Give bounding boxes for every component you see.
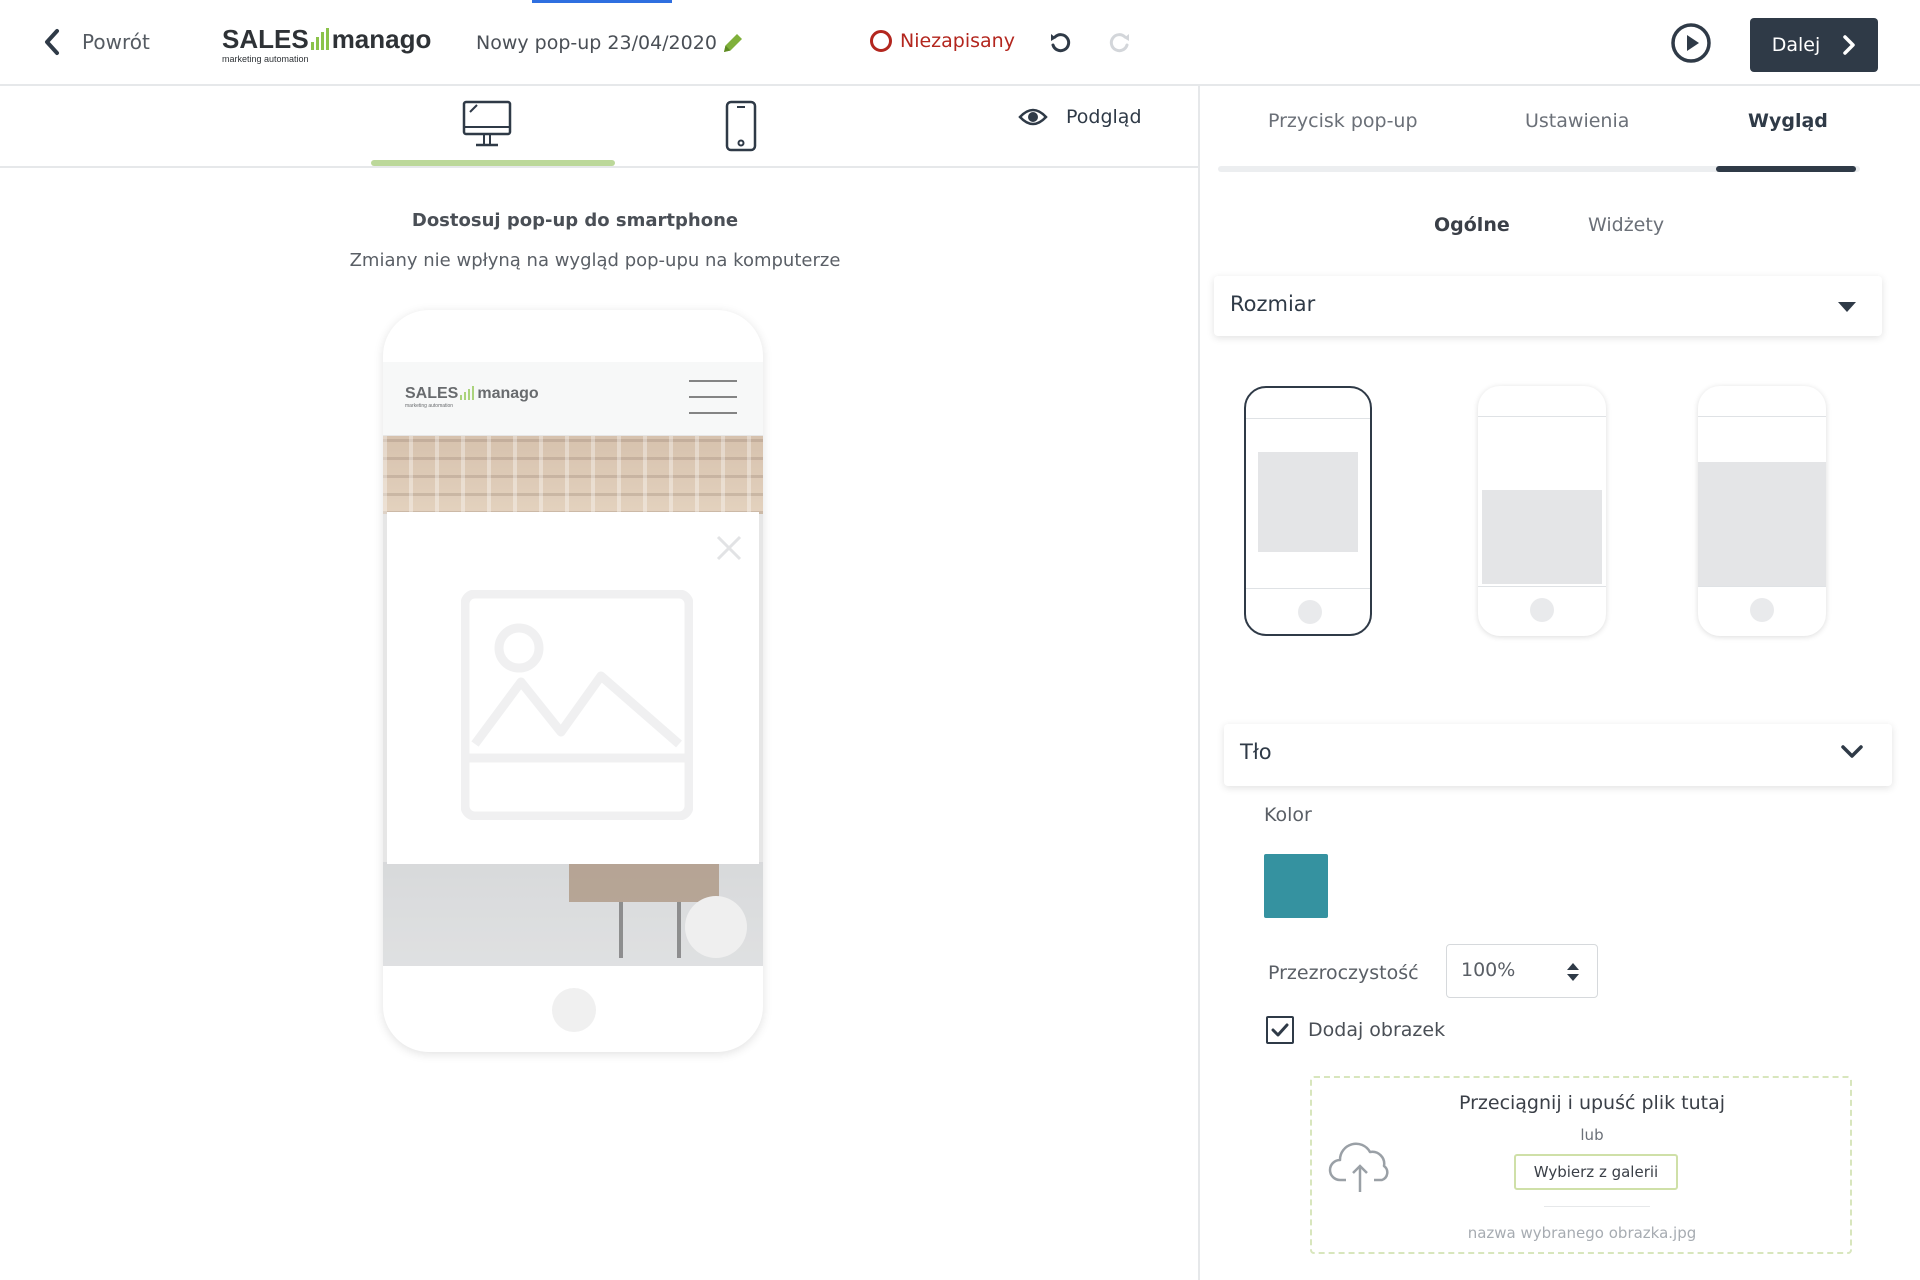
size-preview-block bbox=[1482, 490, 1602, 584]
redo-icon[interactable] bbox=[1106, 30, 1132, 56]
editor-canvas: Podgląd Dostosuj pop-up do smartphone Zm… bbox=[0, 86, 1200, 1280]
phone-mockup: SALES manago marketing automation bbox=[383, 310, 763, 1052]
furniture-leg bbox=[677, 902, 681, 958]
logo-bars-icon bbox=[310, 28, 329, 50]
popup-preview[interactable] bbox=[387, 512, 759, 864]
status-label: Niezapisany bbox=[900, 30, 1015, 52]
size-section-label: Rozmiar bbox=[1230, 292, 1316, 316]
image-drop-zone[interactable]: Przeciągnij i upuść plik tutaj lub Wybie… bbox=[1310, 1076, 1852, 1254]
top-accent-line bbox=[532, 0, 672, 3]
drop-title: Przeciągnij i upuść plik tutaj bbox=[1458, 1092, 1726, 1114]
tab-indicator bbox=[1716, 166, 1856, 172]
spinner-arrows-icon[interactable] bbox=[1565, 961, 1581, 983]
add-image-checkbox-row[interactable]: Dodaj obrazek bbox=[1266, 1016, 1445, 1044]
tab-settings[interactable]: Ustawienia bbox=[1525, 110, 1629, 132]
pencil-icon[interactable] bbox=[720, 30, 746, 56]
drop-or: lub bbox=[1580, 1126, 1604, 1144]
chevron-down-icon bbox=[1841, 745, 1863, 758]
furniture-leg bbox=[619, 902, 623, 958]
device-tab-indicator bbox=[371, 160, 615, 166]
logo-text-right: manago bbox=[331, 24, 432, 54]
selected-file-name: nazwa wybranego obrazka.jpg bbox=[1467, 1224, 1697, 1242]
site-logo-subtitle: marketing automation bbox=[405, 403, 454, 409]
opacity-value: 100% bbox=[1461, 959, 1516, 981]
phone-screen: SALES manago marketing automation bbox=[383, 362, 763, 966]
color-swatch[interactable] bbox=[1264, 854, 1328, 918]
opacity-input[interactable]: 100% bbox=[1446, 944, 1598, 998]
size-section-header[interactable]: Rozmiar bbox=[1214, 276, 1882, 336]
site-header: SALES manago marketing automation bbox=[383, 362, 763, 436]
document-title[interactable]: Nowy pop-up 23/04/2020 bbox=[476, 32, 717, 54]
tab-popup-button[interactable]: Przycisk pop-up bbox=[1268, 110, 1418, 132]
choose-from-gallery-button[interactable]: Wybierz z galerii bbox=[1514, 1154, 1678, 1190]
mobile-hint-subtitle: Zmiany nie wpłyną na wygląd pop-upu na k… bbox=[349, 250, 841, 271]
next-label: Dalej bbox=[1771, 34, 1821, 56]
size-option-center[interactable] bbox=[1244, 386, 1372, 636]
background-photo-top bbox=[383, 436, 763, 514]
site-logo: SALES manago marketing automation bbox=[405, 385, 539, 410]
size-option-bottom[interactable] bbox=[1478, 386, 1606, 636]
image-placeholder-icon bbox=[461, 590, 693, 820]
undo-icon[interactable] bbox=[1048, 30, 1074, 56]
logo-text-left: SALES bbox=[222, 24, 309, 54]
color-label: Kolor bbox=[1264, 804, 1312, 826]
close-icon[interactable] bbox=[715, 534, 743, 562]
device-switcher: Podgląd bbox=[0, 86, 1200, 168]
size-option-full[interactable] bbox=[1698, 386, 1826, 636]
chevron-left-icon bbox=[45, 29, 59, 55]
size-preview-block bbox=[1698, 462, 1826, 586]
site-logo-right: manago bbox=[477, 385, 539, 402]
subtab-general[interactable]: Ogólne bbox=[1434, 214, 1510, 236]
add-image-checkbox[interactable] bbox=[1266, 1016, 1294, 1044]
furniture-shape bbox=[569, 862, 719, 902]
chat-bubble bbox=[685, 896, 747, 958]
brand-logo: SALES manago marketing automation bbox=[222, 26, 431, 64]
preview-label: Podgląd bbox=[1066, 106, 1142, 128]
drop-separator bbox=[1544, 1206, 1650, 1207]
background-section-header[interactable]: Tło bbox=[1224, 724, 1892, 786]
mobile-icon[interactable] bbox=[724, 100, 758, 152]
save-status: Niezapisany bbox=[870, 30, 1015, 52]
back-label: Powrót bbox=[82, 30, 150, 54]
logo-subtitle: marketing automation bbox=[222, 54, 309, 64]
eye-icon bbox=[1018, 108, 1048, 126]
top-bar: Powrót SALES manago marketing automation… bbox=[0, 0, 1920, 86]
desktop-icon[interactable] bbox=[462, 100, 512, 150]
mobile-hint-title: Dostosuj pop-up do smartphone bbox=[411, 210, 739, 231]
background-section-label: Tło bbox=[1240, 740, 1272, 764]
back-button[interactable]: Powrót bbox=[44, 28, 150, 56]
chevron-right-icon bbox=[1843, 35, 1856, 55]
subtab-widgets[interactable]: Widżety bbox=[1588, 214, 1664, 236]
settings-panel: Przycisk pop-up Ustawienia Wygląd Ogólne… bbox=[1202, 86, 1920, 1280]
site-logo-left: SALES bbox=[405, 385, 459, 402]
opacity-label: Przezroczystość bbox=[1268, 962, 1419, 984]
panel-tabs: Przycisk pop-up Ustawienia Wygląd bbox=[1218, 110, 1858, 160]
preview-button[interactable]: Podgląd bbox=[1018, 106, 1142, 128]
tab-appearance[interactable]: Wygląd bbox=[1748, 110, 1828, 132]
add-image-label: Dodaj obrazek bbox=[1308, 1019, 1446, 1041]
checkmark-icon bbox=[1271, 1023, 1289, 1037]
size-preview-block bbox=[1258, 452, 1358, 552]
play-icon[interactable] bbox=[1670, 22, 1712, 64]
status-circle-icon bbox=[870, 30, 892, 52]
phone-home-button bbox=[552, 988, 596, 1032]
hamburger-menu-icon bbox=[689, 380, 737, 428]
cloud-upload-icon bbox=[1328, 1142, 1389, 1192]
caret-down-icon bbox=[1838, 302, 1856, 312]
next-button[interactable]: Dalej bbox=[1750, 18, 1878, 72]
site-logo-bars-icon bbox=[460, 386, 475, 400]
